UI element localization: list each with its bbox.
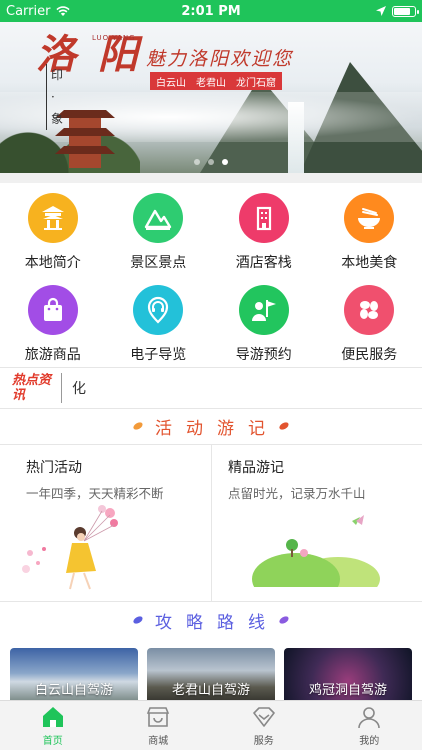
tab-mine[interactable]: 我的 (317, 701, 422, 750)
tab-label: 服务 (253, 736, 274, 747)
carousel-dot-active[interactable] (222, 159, 228, 165)
section-title-char: 略 (186, 612, 205, 633)
tab-label: 我的 (359, 736, 380, 747)
grid-item-label: 旅游商品 (24, 347, 81, 363)
grid-item-local-food[interactable]: 本地美食 (317, 183, 422, 275)
banner-tag: 龙门石窟 (236, 77, 276, 89)
section-title-char: 活 (155, 418, 174, 439)
green-hills-illustration (252, 515, 380, 587)
carousel-indicator (0, 159, 422, 165)
card-subtitle: 一年四季，天天精彩不断 (26, 486, 164, 501)
person-icon (358, 707, 381, 729)
card-title: 精品游记 (228, 460, 284, 476)
hotel-icon (238, 193, 289, 243)
banner-tag: 老君山 (196, 77, 226, 89)
girl-with-balloons-illustration (22, 505, 118, 590)
hot-news-text[interactable]: 化 (72, 378, 86, 398)
mountain-icon (133, 193, 184, 243)
grid-item-label: 本地美食 (341, 255, 398, 271)
banner-pinyin: LUO YANG (92, 34, 136, 42)
leaf-decoration-icon (278, 614, 290, 626)
grid-item-convenience[interactable]: 便民服务 (317, 275, 422, 367)
pavilion-icon (27, 193, 78, 243)
card-subtitle: 点留时光，记录万水千山 (228, 486, 366, 501)
leaf-decoration-icon (132, 420, 144, 432)
section-title-char: 线 (248, 612, 267, 633)
banner-tags: 白云山 老君山 龙门石窟 (150, 72, 282, 90)
grid-item-local-intro[interactable]: 本地简介 (0, 183, 106, 275)
location-arrow-icon (376, 6, 386, 16)
banner-yinxiang: 印·象 (46, 64, 66, 130)
section-title-char: 路 (217, 612, 236, 633)
tab-label: 商城 (148, 736, 169, 747)
travel-notes-card[interactable]: 精品游记 点留时光，记录万水千山 (211, 445, 422, 601)
route-card-laojunshan[interactable]: 老君山自驾游 (147, 648, 275, 704)
diamond-icon (252, 707, 275, 727)
grid-item-e-guide[interactable]: 电子导览 (106, 275, 212, 367)
grid-item-label: 景区景点 (130, 255, 187, 271)
status-bar: Carrier 2:01 PM (0, 0, 422, 22)
grid-item-label: 电子导览 (130, 347, 187, 363)
grid-item-travel-goods[interactable]: 旅游商品 (0, 275, 106, 367)
tab-label: 首页 (42, 736, 63, 747)
section-title-char: 攻 (155, 612, 174, 633)
promo-cards: 热门活动 一年四季，天天精彩不断 精品游记 点留时光，记录万水千山 (0, 444, 422, 602)
grid-item-label: 本地简介 (24, 255, 81, 271)
route-card-jiguandong[interactable]: 鸡冠洞自驾游 (284, 648, 412, 704)
food-bowl-icon (344, 193, 395, 243)
section-title-char: 游 (217, 418, 236, 439)
leaf-decoration-icon (132, 614, 144, 626)
hot-news-logo: 热点资讯 (12, 373, 62, 403)
carousel-dot[interactable] (194, 159, 200, 165)
clock: 2:01 PM (181, 3, 241, 19)
feature-grid: 本地简介 景区景点 酒店客栈 本地美食 旅游商品 电子导览 导游预约 便民服务 (0, 183, 422, 367)
banner-tag: 白云山 (156, 77, 186, 89)
section-title-char: 动 (186, 418, 205, 439)
app-screen: Carrier 2:01 PM 洛 阳 LUO YANG 印·象 魅力洛阳欢迎您… (0, 0, 422, 750)
home-icon (42, 707, 63, 727)
grid-item-label: 便民服务 (341, 347, 398, 363)
banner-slogan: 魅力洛阳欢迎您 (146, 48, 294, 70)
carousel-dot[interactable] (208, 159, 214, 165)
section-title-char: 记 (248, 418, 267, 439)
route-list: 白云山自驾游 老君山自驾游 鸡冠洞自驾游 (0, 645, 422, 704)
route-card-baiyunshan[interactable]: 白云山自驾游 (10, 648, 138, 704)
hot-news-bar[interactable]: 热点资讯 化 (0, 367, 422, 409)
guide-flag-icon (238, 285, 289, 335)
tab-home[interactable]: 首页 (0, 701, 106, 750)
headset-guide-icon (133, 285, 184, 335)
route-section-title: 攻 略 路 线 (0, 603, 422, 637)
grid-item-hotels[interactable]: 酒店客栈 (211, 183, 317, 275)
tab-service[interactable]: 服务 (211, 701, 317, 750)
hot-activities-card[interactable]: 热门活动 一年四季，天天精彩不断 (0, 445, 211, 601)
grid-item-label: 酒店客栈 (235, 255, 292, 271)
service-icon (344, 285, 395, 335)
tab-bar: 首页 商城 服务 我的 (0, 700, 422, 750)
grid-item-guide-booking[interactable]: 导游预约 (211, 275, 317, 367)
divider (0, 173, 422, 183)
banner-carousel[interactable]: 洛 阳 LUO YANG 印·象 魅力洛阳欢迎您 白云山 老君山 龙门石窟 (0, 22, 422, 173)
tab-store[interactable]: 商城 (106, 701, 212, 750)
shopping-bag-icon (27, 285, 78, 335)
store-icon (147, 707, 170, 727)
activity-section-title: 活 动 游 记 (0, 409, 422, 443)
battery-icon (392, 5, 419, 17)
grid-item-label: 导游预约 (235, 347, 292, 363)
grid-item-scenic-spots[interactable]: 景区景点 (106, 183, 212, 275)
card-title: 热门活动 (26, 460, 82, 476)
leaf-decoration-icon (278, 420, 290, 432)
